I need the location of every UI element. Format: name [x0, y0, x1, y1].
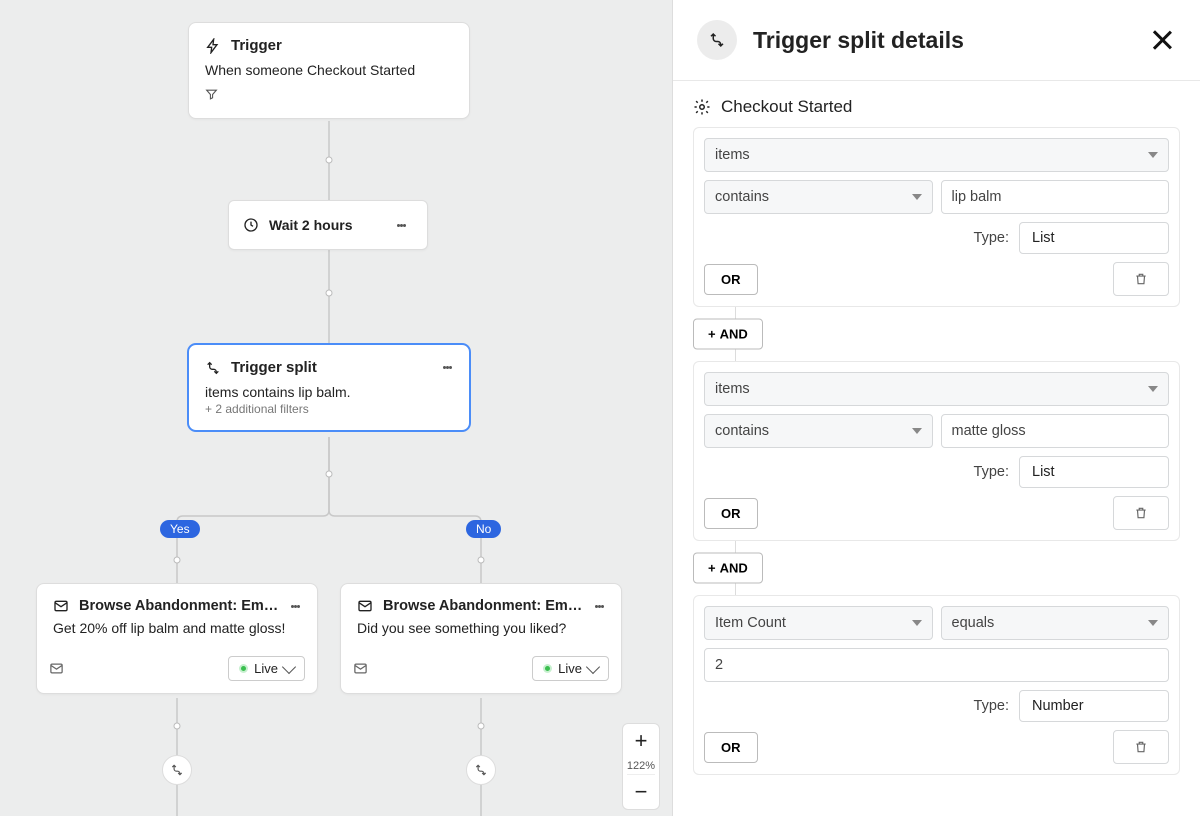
email-yes-menu-button[interactable] — [283, 594, 307, 618]
live-dot-icon — [239, 664, 248, 673]
email-yes-title: Browse Abandonment: Email... — [79, 598, 279, 614]
and-button-2[interactable]: + AND — [693, 553, 763, 584]
filter-2-or-button[interactable]: OR — [704, 498, 758, 529]
email-no-title: Browse Abandonment: Email... — [383, 598, 583, 614]
filter-1-operator-select[interactable]: contains — [704, 180, 933, 214]
zoom-controls: + 122% − — [622, 723, 660, 810]
zoom-in-button[interactable]: + — [623, 724, 659, 758]
trigger-node[interactable]: Trigger When someone Checkout Started — [188, 22, 470, 119]
filter-1-dimension-select[interactable]: items — [704, 138, 1169, 172]
dropdown-caret-icon — [912, 428, 922, 434]
chevron-down-icon — [586, 659, 600, 673]
live-dot-icon — [543, 664, 552, 673]
filter-3-operator-select[interactable]: equals — [941, 606, 1170, 640]
trigger-title: Trigger — [231, 37, 282, 54]
email-icon — [357, 598, 373, 614]
dropdown-caret-icon — [1148, 152, 1158, 158]
filter-1-type-select[interactable]: List — [1019, 222, 1169, 254]
dropdown-caret-icon — [912, 620, 922, 626]
filter-block-1: items contains lip balm Type: List OR — [693, 127, 1180, 307]
filter-1-delete-button[interactable] — [1113, 262, 1169, 296]
clock-icon — [243, 217, 259, 233]
panel-title: Trigger split details — [753, 27, 1148, 54]
filter-3-dimension-select[interactable]: Item Count — [704, 606, 933, 640]
trash-icon — [1134, 740, 1148, 754]
email-yes-status: Live — [254, 661, 278, 676]
wait-node[interactable]: Wait 2 hours — [228, 200, 428, 250]
and-button-1[interactable]: + AND — [693, 319, 763, 350]
wait-label: Wait 2 hours — [269, 217, 379, 233]
dropdown-caret-icon — [1148, 386, 1158, 392]
plus-icon: + — [708, 561, 716, 576]
filter-3-type-select[interactable]: Number — [1019, 690, 1169, 722]
email-no-status-select[interactable]: Live — [532, 656, 609, 681]
gear-icon — [693, 98, 711, 116]
type-label: Type: — [974, 698, 1009, 714]
flow-continuation-no[interactable] — [466, 755, 496, 785]
email-icon — [49, 661, 64, 676]
dropdown-caret-icon — [912, 194, 922, 200]
filter-3-value-input[interactable]: 2 — [704, 648, 1169, 682]
type-label: Type: — [974, 230, 1009, 246]
filter-2-operator-select[interactable]: contains — [704, 414, 933, 448]
zoom-value: 122% — [627, 758, 655, 774]
split-menu-button[interactable] — [435, 355, 459, 379]
filter-2-type-select[interactable]: List — [1019, 456, 1169, 488]
email-yes-status-select[interactable]: Live — [228, 656, 305, 681]
branch-badge-yes: Yes — [160, 520, 200, 538]
trigger-split-node[interactable]: Trigger split items contains lip balm. +… — [188, 344, 470, 431]
trigger-description: When someone Checkout Started — [205, 62, 453, 78]
email-node-no[interactable]: Browse Abandonment: Email... Did you see… — [340, 583, 622, 694]
email-node-yes[interactable]: Browse Abandonment: Email... Get 20% off… — [36, 583, 318, 694]
email-yes-body: Get 20% off lip balm and matte gloss! — [37, 620, 317, 648]
trash-icon — [1134, 506, 1148, 520]
close-button[interactable] — [1148, 26, 1176, 54]
filter-1-or-button[interactable]: OR — [704, 264, 758, 295]
email-no-menu-button[interactable] — [587, 594, 611, 618]
email-icon — [353, 661, 368, 676]
panel-icon — [697, 20, 737, 60]
filter-1-value-input[interactable]: lip balm — [941, 180, 1170, 214]
filter-2-delete-button[interactable] — [1113, 496, 1169, 530]
chevron-down-icon — [282, 659, 296, 673]
filter-2-dimension-select[interactable]: items — [704, 372, 1169, 406]
filter-icon — [205, 88, 218, 101]
dropdown-caret-icon — [1148, 620, 1158, 626]
type-label: Type: — [974, 464, 1009, 480]
lightning-icon — [205, 38, 221, 54]
filter-3-delete-button[interactable] — [1113, 730, 1169, 764]
email-no-body: Did you see something you liked? — [341, 620, 621, 648]
wait-menu-button[interactable] — [389, 213, 413, 237]
email-icon — [53, 598, 69, 614]
filter-2-value-input[interactable]: matte gloss — [941, 414, 1170, 448]
split-summary: items contains lip balm. — [205, 384, 453, 400]
plus-icon: + — [708, 327, 716, 342]
flow-canvas[interactable]: Trigger When someone Checkout Started Wa… — [0, 0, 672, 816]
event-name: Checkout Started — [721, 97, 852, 117]
branch-badge-no: No — [466, 520, 501, 538]
email-no-status: Live — [558, 661, 582, 676]
split-more: + 2 additional filters — [205, 402, 453, 416]
split-title: Trigger split — [231, 359, 317, 376]
filter-block-3: Item Count equals 2 Type: Number OR — [693, 595, 1180, 775]
details-panel: Trigger split details Checkout Started i… — [672, 0, 1200, 816]
zoom-out-button[interactable]: − — [623, 775, 659, 809]
filter-3-or-button[interactable]: OR — [704, 732, 758, 763]
filter-block-2: items contains matte gloss Type: List OR — [693, 361, 1180, 541]
flow-continuation-yes[interactable] — [162, 755, 192, 785]
split-icon — [205, 360, 221, 376]
trash-icon — [1134, 272, 1148, 286]
